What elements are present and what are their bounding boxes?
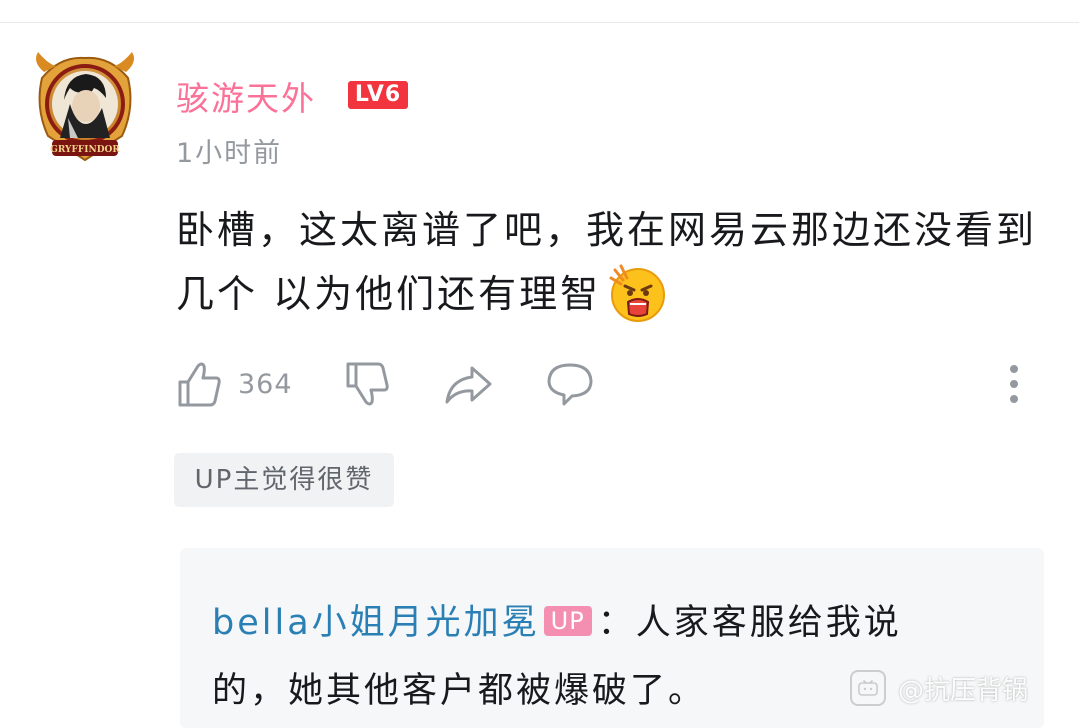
reply-line-1: bella小姐月光加冕 UP ：人家客服给我说: [212, 594, 902, 645]
more-options-button[interactable]: [1002, 358, 1026, 410]
top-divider: [0, 22, 1079, 23]
watermark-text: @抗压背锅: [898, 675, 1029, 706]
avatar-caption: GRYFFINDOR: [50, 145, 120, 155]
level-badge: LV6: [348, 81, 408, 109]
thumbs-up-icon: [178, 362, 221, 407]
reply-text-part-2: 的，她其他客户都被爆破了。: [212, 671, 707, 711]
comment-body: 卧槽，这太离谱了吧，我在网易云那边还没看到几个 以为他们还有理智: [176, 198, 1046, 328]
bilibili-tv-icon: [850, 670, 886, 706]
comment-timestamp: 1小时前: [176, 138, 283, 169]
comment-bubble-icon: [547, 363, 593, 406]
share-arrow-icon: [445, 366, 492, 404]
comment-username[interactable]: 骇游天外: [176, 72, 316, 120]
reply-button[interactable]: [546, 358, 594, 410]
up-liked-tag: UP主觉得很赞: [174, 453, 394, 507]
gryffindor-avatar-image: GRYFFINDOR: [36, 52, 134, 162]
vertical-dots-icon: [1010, 365, 1018, 403]
share-button[interactable]: [444, 358, 492, 410]
watermark: @抗压背锅: [850, 668, 1028, 708]
up-badge: UP: [543, 606, 592, 636]
like-button[interactable]: 364: [176, 358, 293, 410]
comment-actions: 364: [176, 358, 1036, 410]
reply-text-part-1: ：人家客服给我说: [597, 603, 902, 643]
reply-username[interactable]: bella小姐月光加冕: [212, 603, 540, 643]
avatar[interactable]: GRYFFINDOR: [30, 48, 140, 166]
shocked-face-emoji-icon: [607, 262, 669, 324]
dislike-button[interactable]: [344, 358, 390, 410]
like-count: 364: [238, 368, 293, 400]
thumbs-down-icon: [346, 362, 389, 406]
